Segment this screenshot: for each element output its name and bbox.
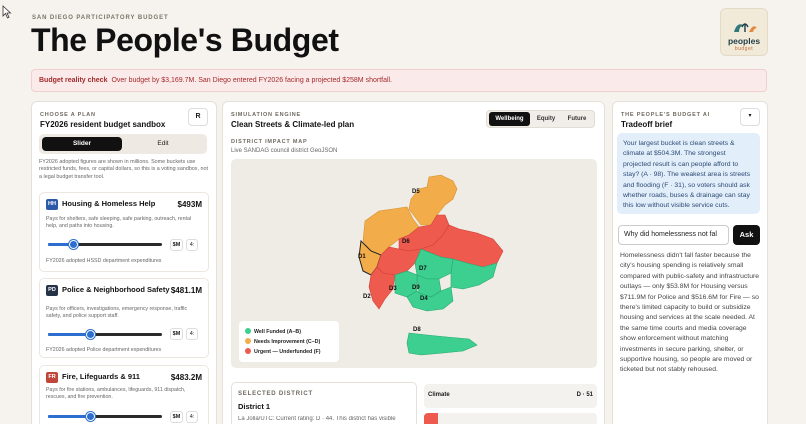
metric-indicator (424, 413, 438, 424)
legend-well-funded: Well Funded (A–B) (245, 328, 301, 335)
district-impact-map[interactable]: D5 D6 D1 D7 D3 D9 D4 D2 D8 Well Funded (… (231, 159, 597, 368)
legend-needs-improvement: Needs Improvement (C–D) (245, 338, 320, 345)
app-eyebrow: SAN DIEGO PARTICIPATORY BUDGET (32, 15, 169, 21)
tab-future[interactable]: Future (562, 112, 592, 126)
metric-value: D · 51 (576, 392, 593, 398)
reset-button[interactable]: R (188, 108, 208, 126)
tab-equity[interactable]: Equity (531, 112, 561, 126)
district-d8 (406, 332, 478, 356)
banner-text: Over budget by $3,169.7M. San Diego ente… (111, 77, 393, 84)
label-d4: D4 (420, 296, 428, 302)
plan-section-label: CHOOSE A PLAN (40, 112, 96, 118)
plan-title: FY2026 resident budget sandbox (40, 120, 166, 129)
bucket-description: Pays for officers, investigations, emerg… (46, 306, 188, 319)
bucket-amount: $483.2M (170, 373, 202, 382)
selected-label: SELECTED DISTRICT (238, 391, 313, 397)
tradeoff-brief: Your largest bucket is clean streets & c… (617, 133, 760, 214)
app-logo: peoples budget (720, 8, 768, 56)
ai-answer: Homelessness didn't fall faster because … (620, 252, 760, 374)
engine-title: Clean Streets & Climate-led plan (231, 120, 355, 129)
view-tabs: Wellbeing Equity Future (486, 110, 595, 128)
ask-button[interactable]: Ask (733, 225, 760, 245)
page-title: The People's Budget (31, 22, 339, 58)
bucket-description: Pays for fire stations, ambulances, life… (46, 387, 186, 400)
label-d9: D9 (412, 285, 420, 291)
slider-handle[interactable] (86, 412, 95, 421)
bucket-amount: $493M (177, 200, 202, 209)
district-d5 (408, 174, 458, 226)
metric-next[interactable] (424, 413, 597, 424)
label-d3: D3 (389, 286, 397, 292)
step-input[interactable]: 4: (186, 411, 198, 423)
budget-card-housing: HH Housing & Homeless Help $493M Pays fo… (39, 192, 209, 272)
edit-mode-button[interactable]: Edit (123, 137, 203, 151)
map-legend: Well Funded (A–B) Needs Improvement (C–D… (239, 321, 339, 362)
bucket-description: Pays for shelters, safe sleeping, safe p… (46, 216, 192, 229)
budget-card-police: PD Police & Neighborhood Safety $481.1M … (39, 278, 209, 358)
bucket-amount: $481.1M (170, 286, 202, 295)
label-d7: D7 (419, 266, 427, 272)
budget-card-fire: FR Fire, Lifeguards & 911 $483.2M Pays f… (39, 365, 209, 424)
plan-note: FY2026 adopted figures are shown in mill… (39, 159, 208, 180)
fire-slider[interactable] (48, 412, 162, 421)
unit-toggle[interactable]: $M (170, 239, 183, 251)
ai-title: Tradeoff brief (621, 120, 673, 129)
banner-label: Budget reality check (39, 77, 108, 84)
mouse-cursor-icon (2, 5, 12, 19)
selected-district-text: La Jolla/UTC: Current rating: D · 44. Th… (238, 416, 396, 422)
slider-handle[interactable] (86, 330, 95, 339)
slider-handle[interactable] (69, 240, 78, 249)
ai-label: THE PEOPLE'S BUDGET AI (621, 112, 710, 118)
logo-subword: budget (734, 46, 754, 52)
police-badge: PD (46, 285, 58, 296)
selected-district-card: SELECTED DISTRICT District 1 La Jolla/UT… (231, 382, 417, 424)
map-source: Live SANDAG council district GeoJSON (231, 148, 338, 154)
unit-toggle[interactable]: $M (170, 411, 183, 423)
tab-wellbeing[interactable]: Wellbeing (489, 112, 530, 126)
label-d5: D5 (412, 189, 420, 195)
step-input[interactable]: 4: (186, 239, 198, 251)
housing-badge: HH (46, 199, 58, 210)
bucket-name: Police & Neighborhood Safety (62, 285, 170, 294)
logo-wordmark: peoples (727, 36, 761, 46)
label-d1: D1 (358, 254, 366, 260)
mode-toggle: Slider Edit (39, 134, 207, 154)
logo-mark-icon (734, 23, 757, 32)
bucket-name: Fire, Lifeguards & 911 (62, 372, 140, 381)
simulation-panel: SIMULATION ENGINE Clean Streets & Climat… (222, 101, 605, 424)
map-label: DISTRICT IMPACT MAP (231, 139, 308, 145)
bucket-source: FY2026 adopted HSSD department expenditu… (46, 258, 162, 264)
question-input[interactable]: Why did homelessness not fal (618, 225, 729, 245)
metric-name: Climate (428, 392, 450, 398)
metric-climate[interactable]: Climate D · 51 (424, 384, 597, 408)
label-d2: D2 (363, 294, 371, 300)
housing-slider[interactable] (48, 240, 162, 249)
label-d6: D6 (402, 239, 410, 245)
fire-badge: FR (46, 372, 58, 383)
selected-district-name: District 1 (238, 402, 271, 411)
budget-alert-banner: Budget reality check Over budget by $3,16… (31, 69, 767, 92)
engine-label: SIMULATION ENGINE (231, 112, 302, 118)
police-slider[interactable] (48, 330, 162, 339)
bucket-name: Housing & Homeless Help (62, 199, 156, 208)
step-input[interactable]: 4: (186, 328, 198, 340)
bucket-source: FY2026 adopted Police department expendi… (46, 347, 162, 353)
unit-toggle[interactable]: $M (170, 328, 183, 340)
legend-urgent: Urgent — Underfunded (F) (245, 348, 321, 355)
label-d8: D8 (413, 327, 421, 333)
ai-menu-button[interactable]: ▾ (740, 108, 760, 126)
slider-mode-button[interactable]: Slider (42, 137, 122, 151)
